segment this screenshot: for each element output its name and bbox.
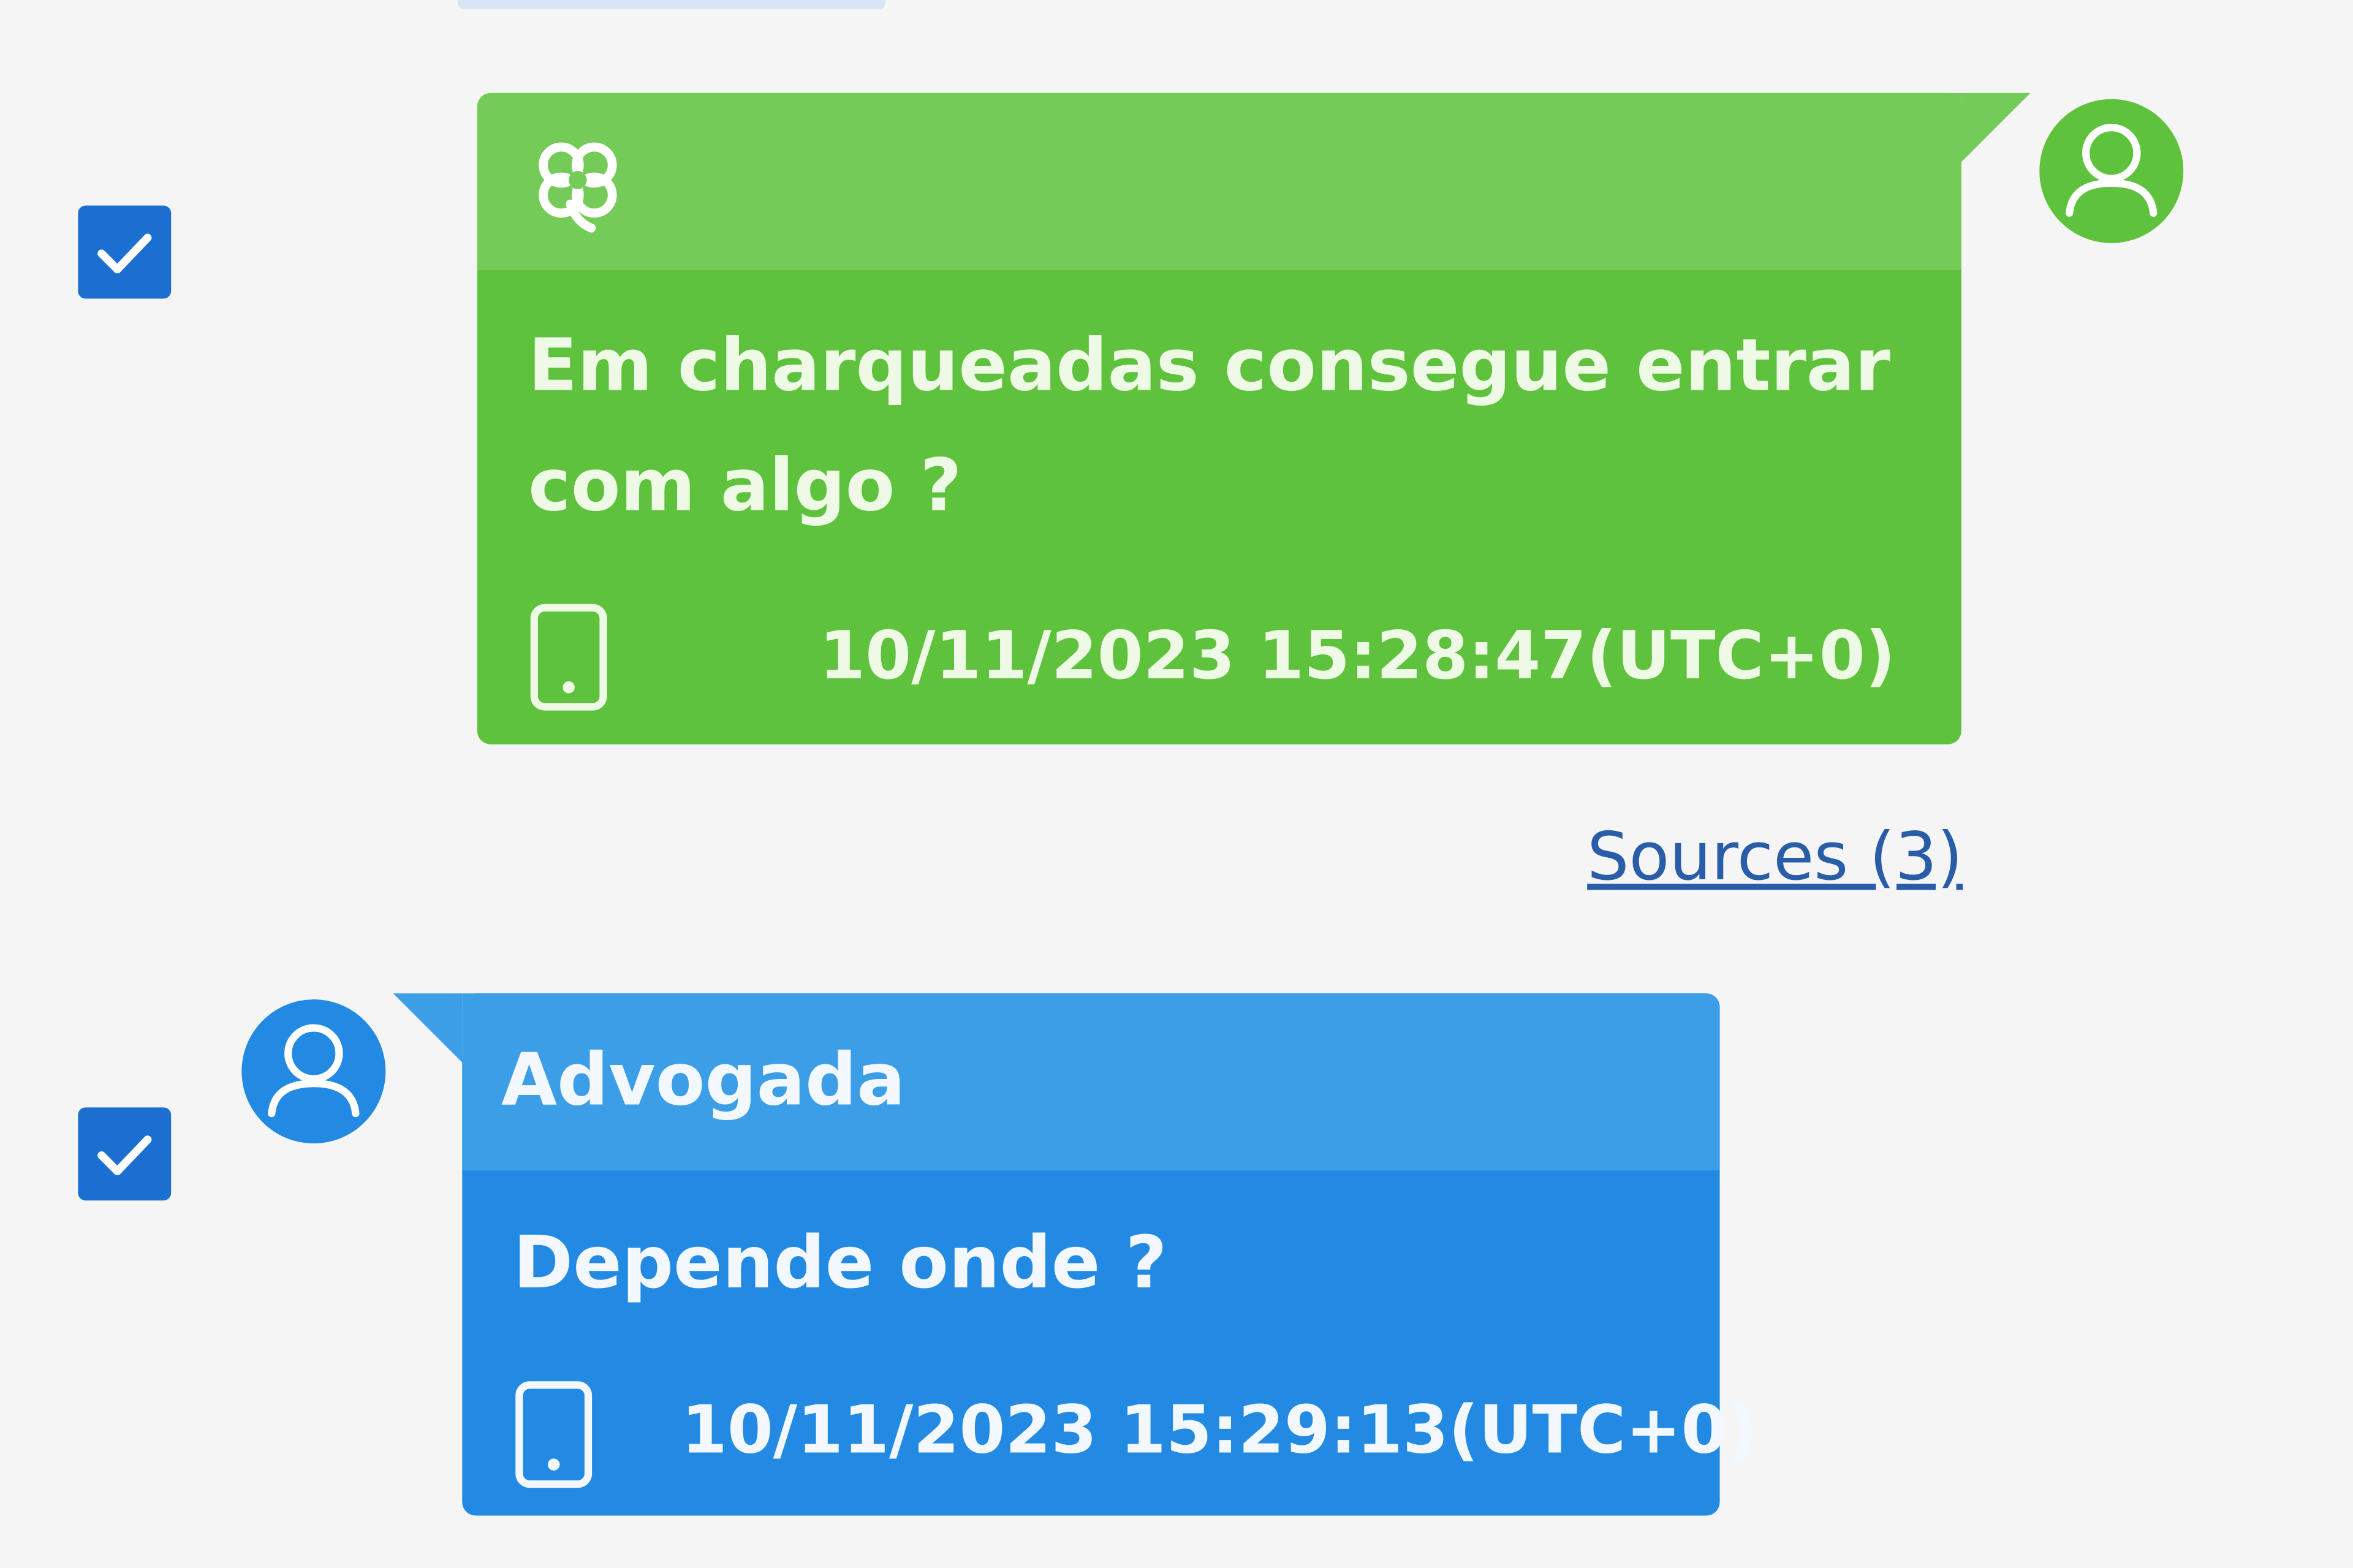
avatar-icon — [2039, 99, 2184, 243]
sources-link[interactable]: Sources (3) — [1587, 810, 1963, 906]
message-timestamp: 10/11/2023 15:28:47(UTC+0) — [819, 618, 1896, 695]
message-text: Depende onde ? — [513, 1221, 1167, 1306]
message-select-checkbox[interactable] — [78, 205, 172, 299]
sender-name: Advogada — [501, 1038, 906, 1123]
message-text: Em charqueadas consegue entrar com algo … — [528, 324, 1890, 529]
message-header — [477, 93, 2031, 270]
clover-icon — [539, 142, 617, 233]
avatar-icon — [241, 999, 386, 1144]
checkmark-icon — [97, 233, 152, 274]
message-timestamp: 10/11/2023 15:29:13(UTC+0) — [681, 1392, 1757, 1469]
outgoing-message-bubble[interactable]: Em charqueadas consegue entrar com algo … — [477, 93, 2031, 744]
phone-icon — [515, 1381, 593, 1488]
incoming-message-bubble[interactable]: Advogada Depende onde ? 10/11/2023 15:29… — [393, 993, 1757, 1516]
phone-icon — [530, 604, 607, 711]
chat-thread: Em charqueadas consegue entrar com algo … — [0, 0, 2353, 1568]
bubble-tail — [1961, 93, 2031, 162]
message-header: Advogada — [393, 993, 1720, 1171]
bubble-tail — [393, 993, 463, 1062]
message-select-checkbox[interactable] — [78, 1107, 172, 1201]
previous-message-edge — [457, 0, 885, 9]
checkmark-icon — [97, 1135, 152, 1176]
